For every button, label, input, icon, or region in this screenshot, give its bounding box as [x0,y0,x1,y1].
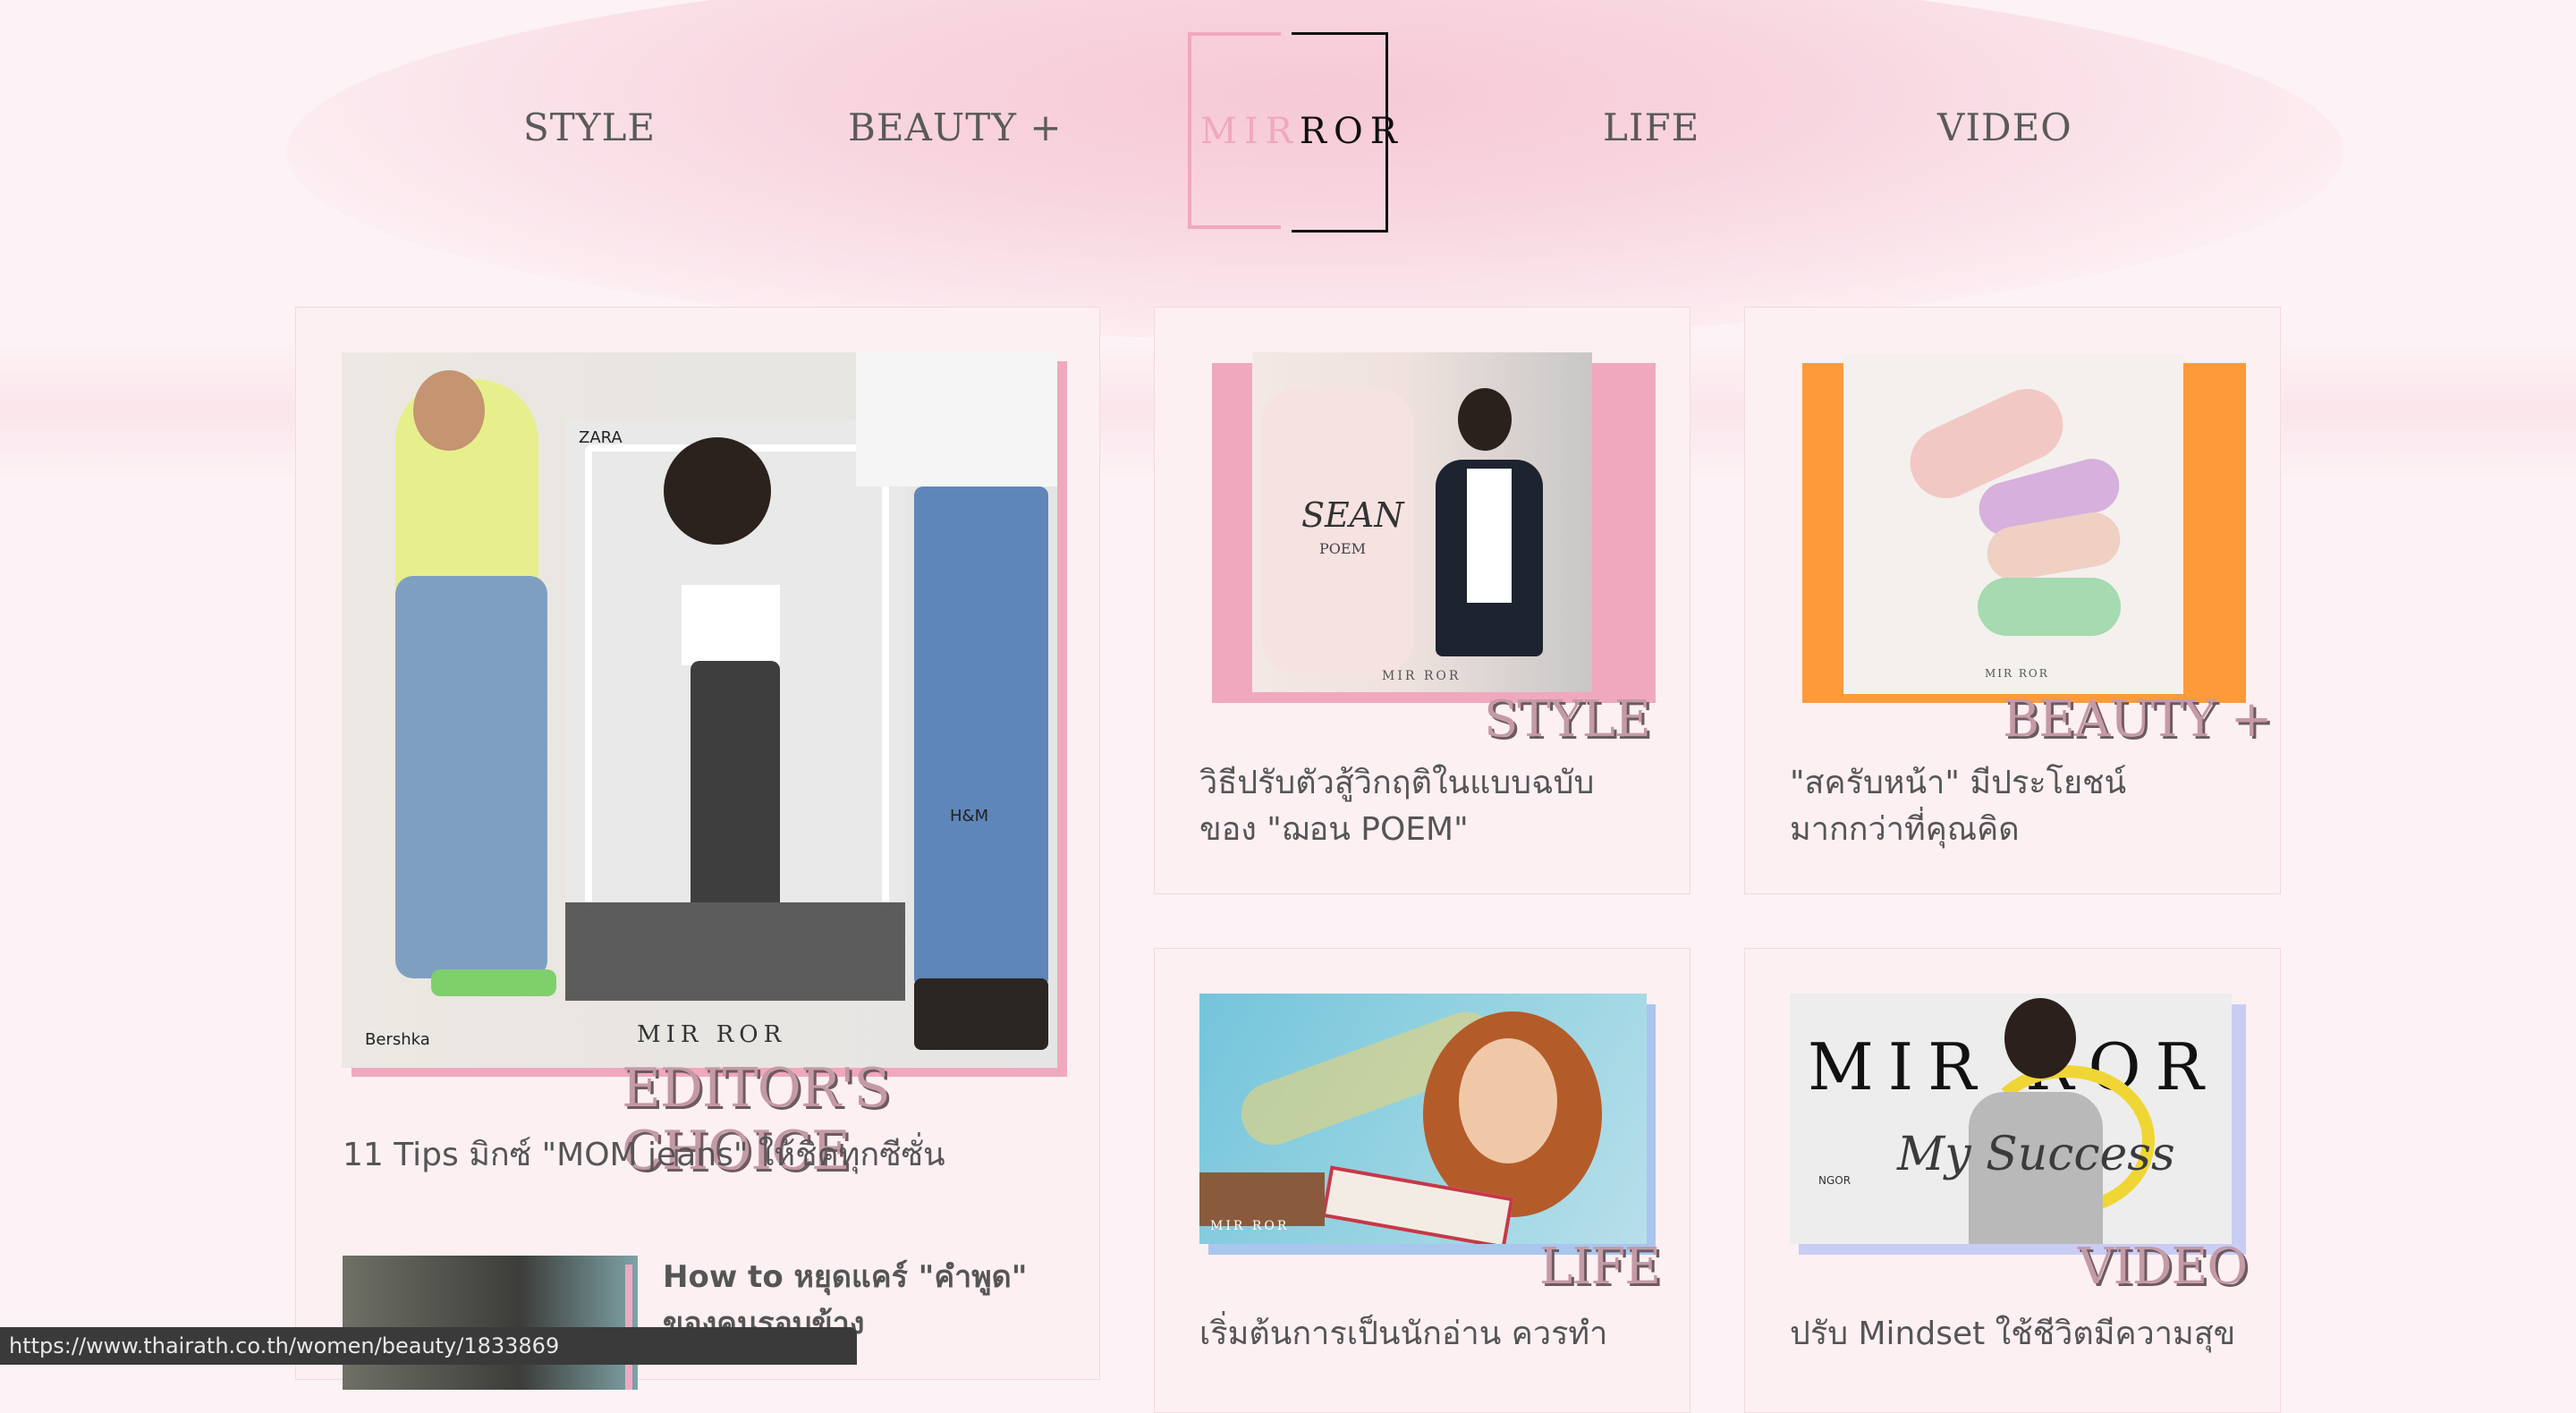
my-success-script: My Success [1897,1128,2175,1181]
mirror-logo[interactable]: MIRROR [1188,32,1397,233]
secondary-image [343,1256,638,1390]
face-scrub-image[interactable]: MIR ROR [1843,354,2183,694]
category-style[interactable]: STYLE [1484,690,1651,749]
figure-right-tee [856,352,1057,487]
brand-hm: H&M [950,807,989,825]
person-shirt [1467,469,1512,603]
mom-jeans-image[interactable]: ZARA H&M Bershka MIR ROR [342,352,1057,1068]
link-status-bar: https://www.thairath.co.th/women/beauty/… [0,1327,857,1365]
scrub-swatch-green [1978,578,2121,636]
brand-bershka: Bershka [365,1030,430,1049]
reading-image[interactable]: MIR ROR [1199,994,1647,1244]
person-head [1458,388,1512,451]
figure-head [413,370,485,451]
secondary-thumbnail[interactable] [343,1256,638,1390]
figure-green-heels [431,969,556,996]
nav-video[interactable]: VIDEO [1937,106,2072,149]
figure-white-tee [682,585,780,665]
figure-right-shoes [914,978,1048,1050]
category-life[interactable]: LIFE [1539,1238,1661,1296]
image-watermark: MIR ROR [1985,667,2049,680]
poem-subtitle: POEM [1319,540,1366,557]
style-card[interactable]: SEAN POEM MIR ROR STYLE วิธีปรับตัวสู้วิ… [1154,307,1690,894]
category-video[interactable]: VIDEO [2078,1238,2248,1296]
sean-poem-image[interactable]: SEAN POEM MIR ROR [1252,352,1592,692]
nav-beauty[interactable]: BEAUTY + [848,106,1063,149]
headline-mindset[interactable]: ปรับ Mindset ใช้ชีวิตมีความสุข [1790,1311,2237,1358]
headline-face-scrub[interactable]: "สครับหน้า" มีประโยชน์มากกว่าที่คุณคิด [1790,760,2237,853]
nav-style[interactable]: STYLE [523,106,656,149]
brand-zara: ZARA [579,428,623,447]
figure-afro-hair [664,437,771,545]
logo-wordmark: MIRROR [1200,111,1404,152]
figure-right-jeans [914,487,1048,987]
category-beauty[interactable]: BEAUTY + [2003,690,2273,749]
zara-panel: ZARA [565,419,905,1001]
headline-sean-poem[interactable]: วิธีปรับตัวสู้วิกฤติในแบบฉบับของ "ฌอน PO… [1199,760,1647,853]
image-watermark: MIR ROR [1382,669,1462,683]
headline-reading[interactable]: เริ่มต้นการเป็นนักอ่าน ควรทำ [1199,1311,1647,1358]
woman-face [1459,1038,1557,1163]
woman-hair [2004,998,2076,1079]
headline-mom-jeans[interactable]: 11 Tips มิกซ์ "MOM jeans" ให้ชิคทุกซีซั่… [343,1132,1058,1179]
guest-name: NGOR [1818,1174,1852,1187]
floor [565,902,905,1001]
logo-text-ror: ROR [1299,111,1404,152]
image-watermark: MIR ROR [637,1021,787,1048]
life-card[interactable]: MIR ROR LIFE เริ่มต้นการเป็นนักอ่าน ควรท… [1154,948,1690,1413]
video-card[interactable]: MIR ROR My Success NGOR VIDEO ปรับ Minds… [1744,948,2281,1413]
figure-ripped-jeans [395,576,547,978]
editors-choice-card[interactable]: ZARA H&M Bershka MIR ROR EDITOR'S CHOICE… [295,307,1100,1390]
figure-black-jeans [691,661,780,929]
image-watermark: MIR ROR [1210,1219,1290,1233]
beauty-card[interactable]: MIR ROR BEAUTY + "สครับหน้า" มีประโยชน์ม… [1744,307,2281,894]
logo-text-mir: MIR [1200,111,1300,152]
my-success-video-thumbnail[interactable]: MIR ROR My Success NGOR [1790,994,2232,1244]
nav-life[interactable]: LIFE [1603,106,1699,149]
sean-title: SEAN [1301,495,1404,535]
table-items [1199,1172,1325,1226]
